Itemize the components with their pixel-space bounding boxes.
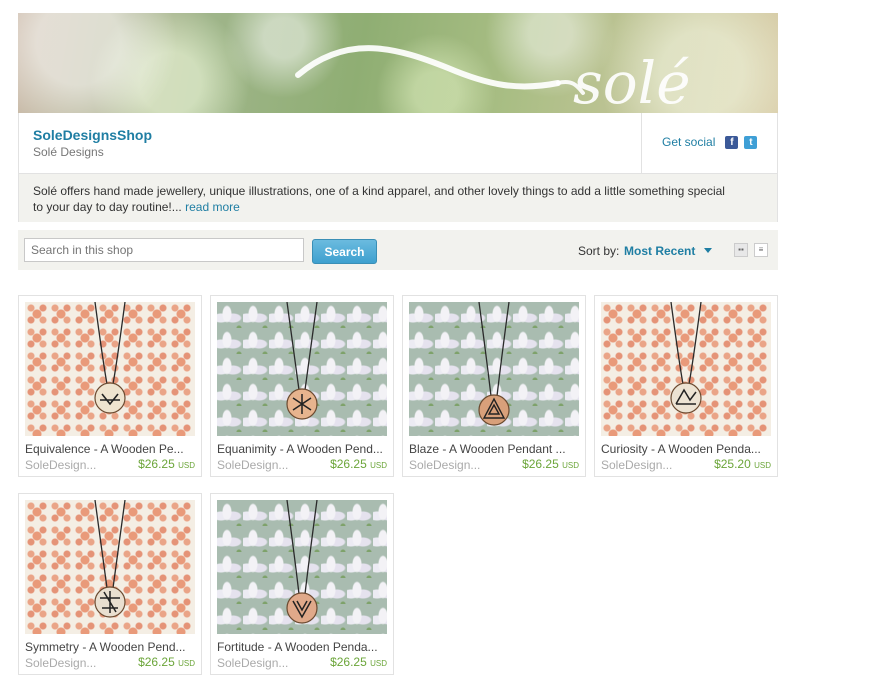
listing-title[interactable]: Curiosity - A Wooden Penda... xyxy=(601,442,771,456)
listing-card[interactable]: Fortitude - A Wooden Penda... SoleDesign.… xyxy=(210,493,394,675)
listing-image[interactable] xyxy=(409,302,579,436)
listing-price: $26.25 USD xyxy=(522,457,579,471)
listing-shop-name[interactable]: SoleDesign... xyxy=(25,458,125,472)
sort-label: Sort by: xyxy=(578,244,620,258)
listing-shop-name[interactable]: SoleDesign... xyxy=(601,458,701,472)
listing-shop-name[interactable]: SoleDesign... xyxy=(409,458,509,472)
listing-image[interactable] xyxy=(25,500,195,634)
listing-image[interactable] xyxy=(601,302,771,436)
price-currency: USD xyxy=(754,461,771,470)
pendant-image xyxy=(670,302,702,414)
pendant-image xyxy=(286,500,318,624)
shop-subtitle: Solé Designs xyxy=(33,145,104,159)
price-currency: USD xyxy=(178,461,195,470)
listing-price: $26.25 USD xyxy=(330,655,387,669)
listing-image[interactable] xyxy=(25,302,195,436)
get-social-link[interactable]: Get social xyxy=(662,135,715,149)
listing-shop-name[interactable]: SoleDesign... xyxy=(217,458,317,472)
listing-title[interactable]: Blaze - A Wooden Pendant ... xyxy=(409,442,579,456)
listing-image[interactable] xyxy=(217,500,387,634)
search-button[interactable]: Search xyxy=(312,239,377,264)
listing-price: $25.20 USD xyxy=(714,457,771,471)
chevron-down-icon[interactable] xyxy=(704,248,712,253)
listing-card[interactable]: Blaze - A Wooden Pendant ... SoleDesign..… xyxy=(402,295,586,477)
listing-image[interactable] xyxy=(217,302,387,436)
read-more-link[interactable]: read more xyxy=(185,200,240,214)
sole-logo: solé xyxy=(295,45,691,113)
price-currency: USD xyxy=(562,461,579,470)
pendant-image xyxy=(286,302,318,420)
shop-name-link[interactable]: SoleDesignsShop xyxy=(33,127,152,143)
price-currency: USD xyxy=(178,659,195,668)
twitter-icon[interactable]: t xyxy=(744,135,758,149)
price-currency: USD xyxy=(370,461,387,470)
listing-title[interactable]: Equanimity - A Wooden Pend... xyxy=(217,442,387,456)
shop-banner: solé xyxy=(18,13,778,113)
about-text: Solé offers hand made jewellery, unique … xyxy=(33,184,725,214)
sort-dropdown[interactable]: Most Recent xyxy=(624,244,695,258)
listing-shop-name[interactable]: SoleDesign... xyxy=(25,656,125,670)
price-value: $25.20 xyxy=(714,457,751,471)
pendant-image xyxy=(94,302,126,414)
price-value: $26.25 xyxy=(330,457,367,471)
price-currency: USD xyxy=(370,659,387,668)
listing-title[interactable]: Symmetry - A Wooden Pend... xyxy=(25,640,195,654)
shop-about: Solé offers hand made jewellery, unique … xyxy=(19,173,777,222)
listing-price: $26.25 USD xyxy=(138,457,195,471)
listing-shop-name[interactable]: SoleDesign... xyxy=(217,656,317,670)
price-value: $26.25 xyxy=(330,655,367,669)
price-value: $26.25 xyxy=(138,457,175,471)
listing-card[interactable]: Curiosity - A Wooden Penda... SoleDesign.… xyxy=(594,295,778,477)
price-value: $26.25 xyxy=(138,655,175,669)
listing-title[interactable]: Fortitude - A Wooden Penda... xyxy=(217,640,387,654)
listing-card[interactable]: Equanimity - A Wooden Pend... SoleDesign.… xyxy=(210,295,394,477)
list-view-icon[interactable]: ≡ xyxy=(754,243,768,257)
social-links: Get social f t xyxy=(662,135,758,149)
listing-price: $26.25 USD xyxy=(330,457,387,471)
facebook-icon[interactable]: f xyxy=(725,135,739,149)
shop-search-bar: Search Sort by: Most Recent ▪▪ ≡ xyxy=(18,230,778,270)
listing-title[interactable]: Equivalence - A Wooden Pe... xyxy=(25,442,195,456)
logo-text: solé xyxy=(573,49,691,113)
listing-card[interactable]: Symmetry - A Wooden Pend... SoleDesign...… xyxy=(18,493,202,675)
pendant-image xyxy=(94,500,126,618)
price-value: $26.25 xyxy=(522,457,559,471)
listing-card[interactable]: Equivalence - A Wooden Pe... SoleDesign..… xyxy=(18,295,202,477)
divider xyxy=(641,113,642,173)
shop-header: SoleDesignsShop Solé Designs Get social … xyxy=(18,113,778,222)
listing-price: $26.25 USD xyxy=(138,655,195,669)
pendant-image xyxy=(478,302,510,426)
search-input[interactable] xyxy=(24,238,304,262)
grid-view-icon[interactable]: ▪▪ xyxy=(734,243,748,257)
